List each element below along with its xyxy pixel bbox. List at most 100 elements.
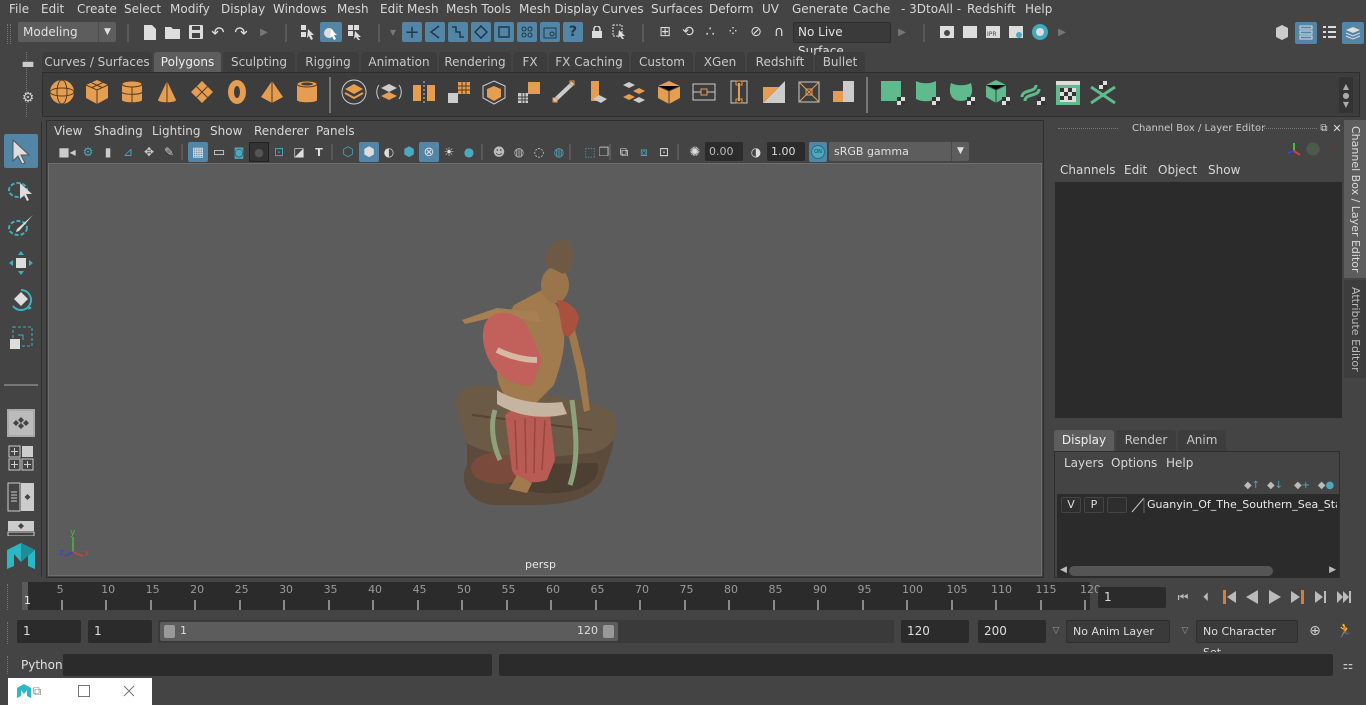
- channel-box-toggle-icon[interactable]: [1342, 22, 1364, 44]
- close-icon[interactable]: [121, 683, 137, 699]
- tab-display[interactable]: Display: [1054, 430, 1114, 451]
- poly-cylinder-icon[interactable]: [119, 79, 149, 109]
- menu-modify[interactable]: Modify: [170, 2, 210, 16]
- render-view-icon[interactable]: [937, 22, 957, 42]
- grid-icon[interactable]: ▦: [188, 142, 208, 162]
- layer-color-icon[interactable]: [1131, 496, 1145, 514]
- close-icon[interactable]: ✕: [1331, 122, 1343, 135]
- live-surface-field[interactable]: No Live Surface: [793, 22, 891, 58]
- cylindrical-mapping-icon[interactable]: [914, 79, 944, 109]
- viewport-menu-show[interactable]: Show: [210, 124, 242, 138]
- shelf-menu-dot-icon[interactable]: ●: [1343, 91, 1350, 100]
- color-space-dropdown[interactable]: sRGB gamma ▼: [829, 142, 969, 161]
- show-menu[interactable]: Show: [1208, 163, 1240, 177]
- tab-xgen[interactable]: XGen: [695, 52, 745, 73]
- menu-mesh-display[interactable]: Mesh Display: [519, 2, 599, 16]
- maximize-icon[interactable]: [76, 683, 92, 699]
- 3d-viewport[interactable]: y z x persp: [48, 163, 1042, 576]
- poly-pipe-icon[interactable]: [294, 79, 324, 109]
- undo-icon[interactable]: ↶: [209, 23, 227, 42]
- panel-grip[interactable]: [1257, 128, 1317, 129]
- shelf-menu-icon[interactable]: ▬: [20, 56, 36, 72]
- snap-to-point-icon[interactable]: ∴: [700, 22, 720, 42]
- textured-icon[interactable]: ⊗: [419, 142, 439, 162]
- speed-dial-icon[interactable]: [1305, 141, 1321, 157]
- new-layer-from-selected-icon[interactable]: ◆ ●: [1317, 478, 1335, 492]
- multi-cut-icon[interactable]: [586, 79, 616, 109]
- snap-magnet-icon[interactable]: ∩: [769, 22, 789, 42]
- multisample-aa-icon[interactable]: ◌: [529, 142, 549, 162]
- bookmarks-icon[interactable]: ▮: [101, 143, 115, 161]
- collapse-arrow-icon[interactable]: ▶: [260, 23, 268, 41]
- merge-vertices-icon[interactable]: [656, 79, 686, 109]
- tab-animation[interactable]: Animation: [361, 52, 437, 73]
- make-live-icon[interactable]: ⊘: [746, 22, 766, 42]
- layer-playback-toggle[interactable]: P: [1084, 497, 1104, 513]
- menu-mesh[interactable]: Mesh: [337, 2, 369, 16]
- select-tool-icon[interactable]: [4, 134, 38, 168]
- spherical-mapping-icon[interactable]: [949, 79, 979, 109]
- lock-icon[interactable]: [589, 23, 605, 41]
- play-forwards-icon[interactable]: [1265, 587, 1285, 607]
- lasso-tool-icon[interactable]: [4, 174, 38, 206]
- mirror-icon[interactable]: [411, 79, 441, 109]
- toolbar-grip[interactable]: [7, 24, 11, 44]
- select-joints-icon[interactable]: [425, 22, 445, 42]
- chevron-down-icon[interactable]: ▽: [1178, 623, 1192, 639]
- four-view-layout-icon[interactable]: [7, 445, 35, 471]
- hypershade-icon[interactable]: [1030, 22, 1050, 42]
- gear-icon[interactable]: ⚙: [20, 90, 36, 106]
- statue-model[interactable]: [437, 230, 637, 525]
- channel-list[interactable]: [1055, 182, 1342, 418]
- new-empty-layer-icon[interactable]: ◆ +: [1293, 478, 1311, 492]
- move-layer-down-icon[interactable]: ◆ ↓: [1266, 478, 1284, 492]
- select-highlight-icon[interactable]: [610, 22, 630, 42]
- poly-cone-icon[interactable]: [154, 79, 184, 109]
- move-layer-up-icon[interactable]: ◆ ↑: [1243, 478, 1261, 492]
- tab-rendering[interactable]: Rendering: [439, 52, 511, 73]
- channels-menu[interactable]: Channels: [1060, 163, 1116, 177]
- target-weld-icon[interactable]: [761, 79, 791, 109]
- mask-dropdown-icon[interactable]: ▼: [389, 23, 397, 41]
- field-chart-icon[interactable]: ⊡: [269, 142, 289, 162]
- menu-redshift[interactable]: Redshift: [967, 2, 1016, 16]
- single-perspective-layout-icon[interactable]: [7, 409, 35, 437]
- bridge-icon[interactable]: [516, 79, 546, 109]
- smooth-shade-icon[interactable]: ⬢: [359, 142, 379, 162]
- current-frame-field[interactable]: 1: [1098, 587, 1166, 608]
- poly-torus-icon[interactable]: [224, 79, 254, 109]
- color-management-toggle[interactable]: ON: [809, 142, 827, 162]
- combine-icon[interactable]: [341, 79, 371, 109]
- menu-generate[interactable]: Generate: [792, 2, 848, 16]
- grease-pencil-icon[interactable]: ✎: [160, 143, 178, 161]
- workspace-dropdown[interactable]: Modeling ▼: [18, 22, 116, 42]
- image-plane-icon[interactable]: ⊿: [119, 143, 137, 161]
- playback-end-field[interactable]: 120: [901, 620, 969, 643]
- character-set-dropdown[interactable]: No Character Set: [1196, 620, 1298, 659]
- wireframe-icon[interactable]: ⬡: [338, 142, 358, 162]
- tab-polygons[interactable]: Polygons: [154, 52, 221, 73]
- depth-of-field-icon[interactable]: ◍: [549, 142, 569, 162]
- use-default-material-icon[interactable]: ◐: [379, 142, 399, 162]
- object-menu[interactable]: Object: [1158, 163, 1197, 177]
- planar-uv-icon[interactable]: [796, 79, 826, 109]
- range-slider-track[interactable]: 1 120: [158, 620, 894, 643]
- save-scene-icon[interactable]: [188, 23, 204, 41]
- snap-to-curve-icon[interactable]: ⟲: [678, 22, 698, 42]
- menu-edit[interactable]: Edit: [41, 2, 64, 16]
- film-gate-icon[interactable]: ▭: [209, 142, 229, 162]
- tab-rigging[interactable]: Rigging: [297, 52, 359, 73]
- tab-anim[interactable]: Anim: [1178, 430, 1226, 451]
- viewport-hud-icon[interactable]: ⊡: [654, 142, 674, 162]
- scale-tool-icon[interactable]: [4, 322, 38, 354]
- planar-mapping-icon[interactable]: [879, 79, 909, 109]
- render-current-frame-icon[interactable]: [960, 22, 980, 42]
- menu-windows[interactable]: Windows: [273, 2, 327, 16]
- snap-to-grid-icon[interactable]: ⊞: [655, 22, 675, 42]
- extrude-icon[interactable]: [551, 79, 581, 109]
- menu-edit-mesh[interactable]: Edit Mesh: [380, 2, 439, 16]
- panel-grip[interactable]: [1058, 128, 1118, 129]
- safe-title-icon[interactable]: T: [309, 142, 329, 162]
- menu-help[interactable]: Help: [1025, 2, 1052, 16]
- redo-icon[interactable]: ↷: [232, 23, 250, 42]
